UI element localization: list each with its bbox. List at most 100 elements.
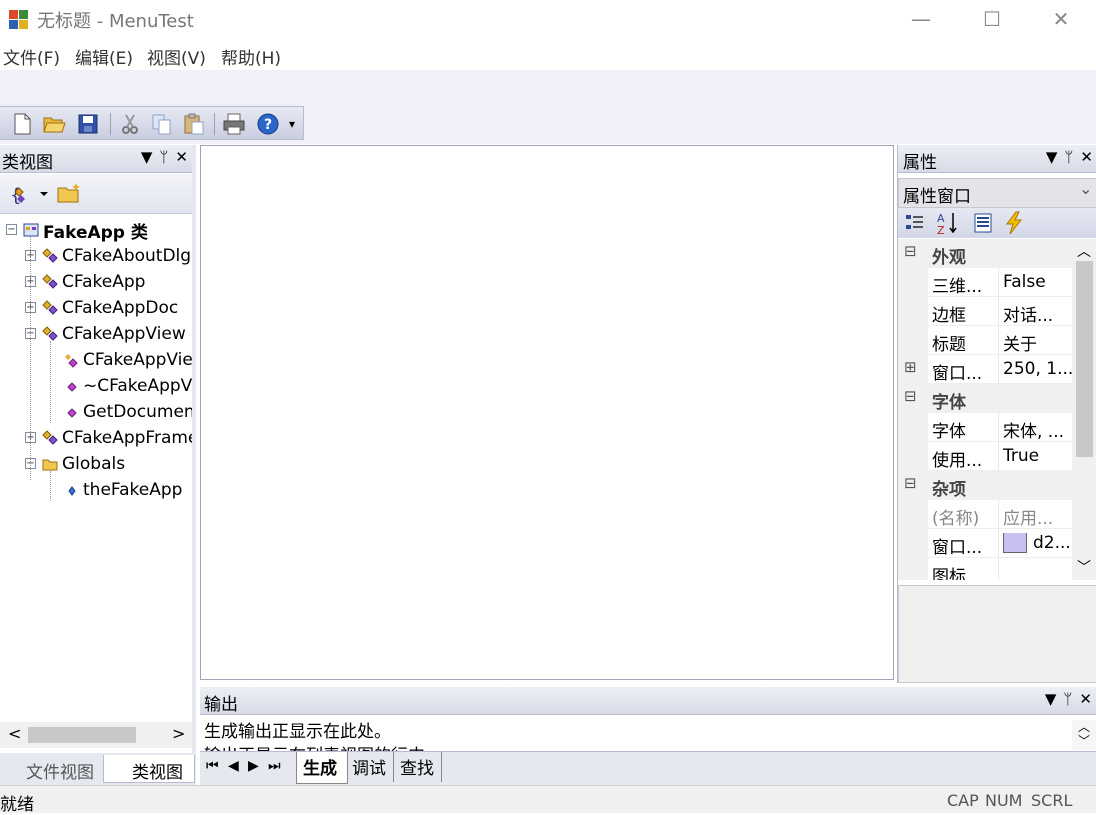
- close-icon[interactable]: ✕: [175, 148, 188, 166]
- dropdown-icon[interactable]: ▼: [1045, 690, 1057, 708]
- property-value-cell[interactable]: d2...: [1003, 533, 1072, 553]
- pin-icon[interactable]: ᛘ: [159, 148, 168, 166]
- save-icon[interactable]: [76, 112, 100, 136]
- scroll-thumb[interactable]: [1076, 261, 1093, 457]
- expand-toggle-icon[interactable]: −: [6, 224, 17, 235]
- tree-node[interactable]: FakeApp 类: [23, 217, 148, 243]
- scroll-up-icon[interactable]: ︿: [1072, 720, 1096, 734]
- output-vscrollbar[interactable]: ︿ ﹀: [1072, 720, 1096, 750]
- property-category[interactable]: ⊟ 字体: [898, 384, 1072, 413]
- menu-view[interactable]: 视图(V): [147, 44, 206, 69]
- tab-debug[interactable]: 调试: [350, 752, 394, 782]
- property-value-cell[interactable]: True: [1003, 446, 1072, 466]
- last-tab-icon[interactable]: ⏭: [268, 758, 281, 774]
- help-icon[interactable]: ?: [256, 112, 280, 136]
- property-row[interactable]: (名称) 应用...: [898, 500, 1072, 529]
- property-pages-icon[interactable]: [972, 212, 994, 234]
- property-value[interactable]: 宋体, ...: [1003, 422, 1064, 442]
- properties-object-combo[interactable]: 属性窗口 ⌄: [898, 178, 1096, 208]
- menu-file[interactable]: 文件(F): [3, 44, 60, 69]
- prev-tab-icon[interactable]: ◀: [228, 758, 239, 774]
- property-row[interactable]: 标题 关于: [898, 326, 1072, 355]
- tree-node[interactable]: ~CFakeAppView(): [63, 373, 192, 399]
- property-value[interactable]: True: [1003, 446, 1039, 466]
- property-category[interactable]: ⊟ 杂项: [898, 471, 1072, 500]
- dropdown-icon[interactable]: ▼: [1046, 148, 1058, 166]
- property-value[interactable]: 应用...: [1003, 509, 1053, 529]
- property-row[interactable]: 边框 对话...: [898, 297, 1072, 326]
- property-value[interactable]: d2...: [1033, 533, 1071, 553]
- menu-help[interactable]: 帮助(H): [221, 44, 281, 69]
- property-value[interactable]: 关于: [1003, 335, 1037, 355]
- tab-class-view[interactable]: 类视图: [103, 755, 195, 783]
- close-icon[interactable]: ✕: [1080, 148, 1093, 166]
- scroll-up-icon[interactable]: ︿: [1077, 241, 1091, 261]
- pin-icon[interactable]: ᛘ: [1063, 690, 1072, 708]
- property-row[interactable]: 使用... True: [898, 442, 1072, 471]
- print-icon[interactable]: [222, 112, 246, 136]
- events-icon[interactable]: [1004, 211, 1024, 235]
- property-value-cell[interactable]: 250, 1...: [1003, 359, 1072, 379]
- tree-node-label: FakeApp 类: [43, 222, 148, 243]
- collapse-icon[interactable]: ⊟: [904, 387, 917, 405]
- property-value-cell[interactable]: 对话...: [1003, 301, 1072, 326]
- maximize-button[interactable]: ☐: [957, 0, 1027, 38]
- open-icon[interactable]: [42, 112, 66, 136]
- scroll-down-icon[interactable]: ﹀: [1072, 734, 1096, 748]
- property-row[interactable]: ⊞ 窗口... 250, 1...: [898, 355, 1072, 384]
- color-swatch[interactable]: [1003, 533, 1027, 553]
- tab-file-view[interactable]: 文件视图: [18, 755, 102, 783]
- tree-node[interactable]: CFakeAboutDlg: [42, 243, 191, 269]
- properties-vscrollbar[interactable]: ︿ ﹀: [1072, 239, 1096, 580]
- dropdown-icon[interactable]: ▼: [141, 148, 153, 166]
- new-folder-icon[interactable]: [56, 181, 82, 205]
- property-row[interactable]: 图标: [898, 558, 1072, 580]
- tree-node[interactable]: Globals: [42, 451, 125, 477]
- tab-find[interactable]: 查找: [398, 752, 442, 782]
- sort-alpha-icon[interactable]: A Z: [936, 211, 962, 235]
- property-value-cell[interactable]: 宋体, ...: [1003, 417, 1072, 442]
- document-view[interactable]: [200, 145, 894, 680]
- close-button[interactable]: ✕: [1026, 0, 1096, 38]
- expand-icon[interactable]: ⊞: [904, 358, 917, 376]
- close-icon[interactable]: ✕: [1079, 690, 1092, 708]
- property-category[interactable]: ⊟ 外观: [898, 239, 1072, 268]
- categorized-icon[interactable]: [904, 212, 926, 234]
- property-value-cell[interactable]: False: [1003, 272, 1072, 292]
- collapse-icon[interactable]: ⊟: [904, 242, 917, 260]
- tab-build[interactable]: 生成: [296, 752, 348, 784]
- sort-icon[interactable]: {: [10, 183, 50, 205]
- tree-node[interactable]: CFakeApp: [42, 269, 145, 295]
- new-icon[interactable]: [10, 112, 34, 136]
- first-tab-icon[interactable]: ⏮: [206, 758, 219, 774]
- tree-node[interactable]: GetDocument(): [63, 399, 192, 425]
- property-row[interactable]: 窗口... d2...: [898, 529, 1072, 558]
- scroll-thumb[interactable]: [28, 727, 136, 743]
- tree-node[interactable]: CFakeAppView(): [63, 347, 192, 373]
- property-row[interactable]: 三维... False: [898, 268, 1072, 297]
- scroll-left-icon[interactable]: <: [8, 724, 21, 743]
- tree-node[interactable]: theFakeApp: [63, 477, 182, 503]
- property-row[interactable]: 字体 宋体, ...: [898, 413, 1072, 442]
- copy-icon[interactable]: [150, 112, 174, 136]
- cut-icon[interactable]: [118, 112, 142, 136]
- property-value[interactable]: 250, 1...: [1003, 359, 1072, 379]
- property-value-cell[interactable]: 应用...: [1003, 504, 1072, 529]
- collapse-icon[interactable]: ⊟: [904, 474, 917, 492]
- toolbar-overflow-icon[interactable]: ▾: [289, 117, 295, 131]
- class-view-hscrollbar[interactable]: < >: [0, 722, 192, 748]
- property-value-cell[interactable]: 关于: [1003, 330, 1072, 355]
- pin-icon[interactable]: ᛘ: [1064, 148, 1073, 166]
- chevron-down-icon[interactable]: ⌄: [1079, 179, 1092, 198]
- tree-node[interactable]: CFakeAppFrame: [42, 425, 192, 451]
- minimize-button[interactable]: —: [886, 0, 956, 38]
- menu-edit[interactable]: 编辑(E): [75, 44, 133, 69]
- scroll-down-icon[interactable]: ﹀: [1077, 557, 1091, 577]
- property-value[interactable]: 对话...: [1003, 306, 1053, 326]
- tree-node[interactable]: CFakeAppDoc: [42, 295, 178, 321]
- paste-icon[interactable]: [182, 112, 206, 136]
- tree-node[interactable]: CFakeAppView: [42, 321, 186, 347]
- property-value[interactable]: False: [1003, 272, 1046, 292]
- scroll-right-icon[interactable]: >: [172, 724, 185, 743]
- next-tab-icon[interactable]: ▶: [248, 758, 259, 774]
